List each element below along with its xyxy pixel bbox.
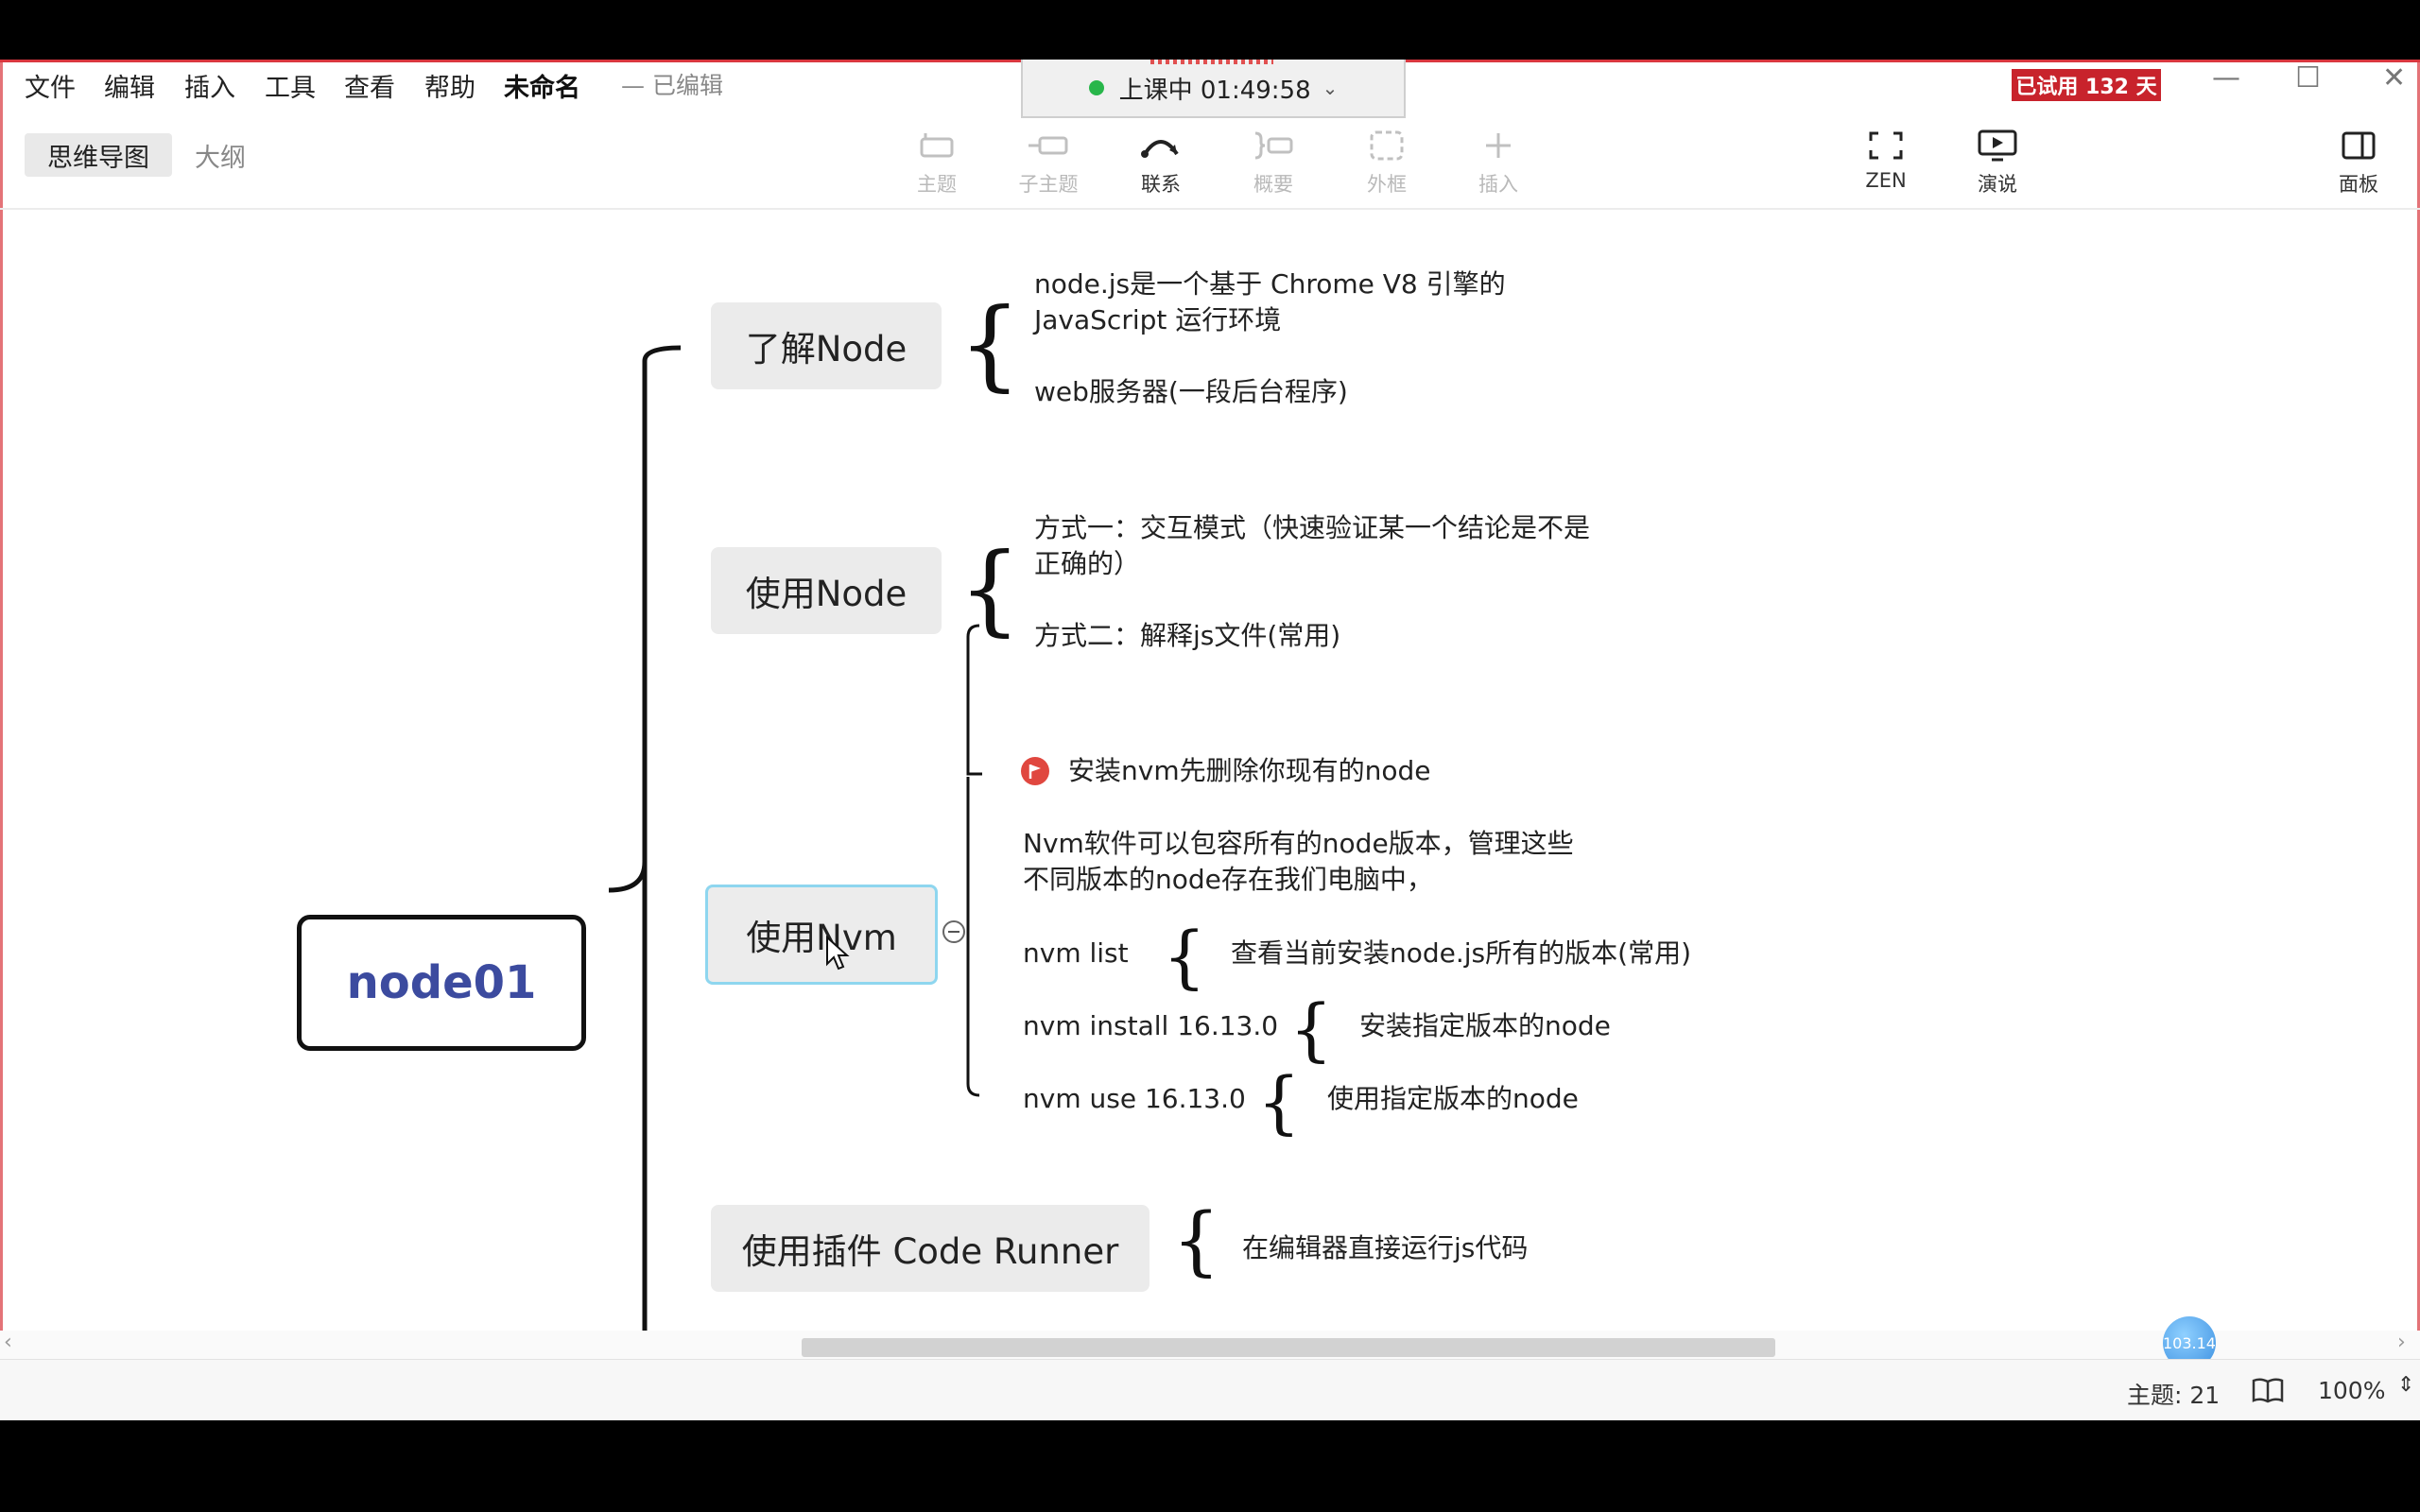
relation-button[interactable]: 联系 [1109, 126, 1213, 198]
menu-insert[interactable]: 插入 [184, 67, 235, 104]
detail-nvm-use[interactable]: 使用指定版本的node [1327, 1081, 1579, 1117]
summary-button[interactable]: 概要 [1221, 126, 1325, 198]
chevron-down-icon[interactable]: ⌄ [1322, 77, 1339, 99]
leaf-nvm-desc-2[interactable]: 不同版本的node存在我们电脑中， [1023, 862, 1433, 898]
zoom-level[interactable]: 100% [2318, 1377, 2385, 1404]
class-timer[interactable]: 上课中 01:49:58 ⌄ [1021, 60, 1406, 118]
present-label: 演说 [1978, 173, 2017, 196]
app-window: 文件 编辑 插入 工具 查看 帮助 未命名 — 已编辑 已试用 132 天 — … [0, 60, 2420, 1420]
menu-view[interactable]: 查看 [344, 67, 395, 104]
detail-nvm-install[interactable]: 安装指定版本的node [1359, 1008, 1611, 1044]
zen-button[interactable]: ZEN [1834, 126, 1938, 192]
trial-badge[interactable]: 已试用 132 天 [2012, 69, 2161, 101]
scrollbar-thumb[interactable] [802, 1338, 1775, 1357]
leaf-web-server[interactable]: web服务器(一段后台程序) [1034, 374, 1348, 410]
document-status: — 已编辑 [621, 72, 723, 99]
menu-tools[interactable]: 工具 [265, 67, 316, 104]
leaf-nvm-install[interactable]: nvm install 16.13.0 [1023, 1008, 1278, 1044]
view-tabs: 思维导图 大纲 [25, 133, 268, 177]
scroll-left-icon[interactable]: ‹ [4, 1331, 12, 1354]
menu-file[interactable]: 文件 [25, 67, 76, 104]
insert-label: 插入 [1478, 173, 1518, 196]
topic-button[interactable]: 主题 [885, 126, 989, 198]
minimize-icon[interactable]: — [2212, 61, 2240, 94]
topic-use-nvm[interactable]: 使用Nvm [705, 885, 938, 985]
tab-outline[interactable]: 大纲 [172, 133, 268, 177]
root-topic[interactable]: node01 [297, 915, 586, 1051]
relation-label: 联系 [1141, 173, 1181, 196]
summary-brace: { [1289, 989, 1333, 1069]
leaf-code-runner[interactable]: 在编辑器直接运行js代码 [1242, 1230, 1528, 1266]
summary-brace: { [1172, 1196, 1220, 1284]
status-bar: 主题: 21 100% ⇕ [0, 1359, 2420, 1420]
topic-count: 主题: 21 [2127, 1382, 2221, 1409]
close-icon[interactable]: ✕ [2382, 61, 2406, 94]
present-button[interactable]: 演说 [1945, 126, 2049, 198]
zoom-stepper-icon[interactable]: ⇕ [2397, 1373, 2414, 1397]
leaf-install-nvm[interactable]: 安装nvm先删除你现有的node [1068, 753, 1430, 789]
zen-label: ZEN [1865, 169, 1907, 192]
fullscreen-icon [1834, 126, 1938, 165]
leaf-nvm-use[interactable]: nvm use 16.13.0 [1023, 1081, 1246, 1117]
topic-icon [885, 126, 989, 165]
panel-label: 面板 [2339, 173, 2378, 196]
horizontal-scrollbar[interactable]: ‹ › [0, 1331, 2420, 1359]
leaf-mode-interactive-2[interactable]: 正确的） [1034, 546, 1140, 582]
summary-brace: { [959, 531, 1022, 646]
leaf-nvm-desc-1[interactable]: Nvm软件可以包容所有的node版本，管理这些 [1023, 826, 1574, 862]
leaf-mode-file[interactable]: 方式二：解释js文件(常用) [1034, 618, 1340, 654]
live-status-dot [1088, 80, 1104, 95]
boundary-label: 外框 [1367, 173, 1407, 196]
present-icon [1945, 126, 2049, 165]
boundary-icon [1335, 126, 1439, 165]
scroll-right-icon[interactable]: › [2397, 1331, 2406, 1354]
subtopic-icon [996, 126, 1100, 165]
topic-use-node[interactable]: 使用Node [711, 547, 942, 634]
flag-icon [1021, 757, 1049, 785]
topic-label: 主题 [917, 173, 957, 196]
plus-icon [1446, 126, 1550, 165]
leaf-node-desc-1[interactable]: node.js是一个基于 Chrome V8 引擎的 [1034, 266, 1506, 302]
summary-brace: { [1257, 1062, 1301, 1142]
collapse-toggle[interactable] [942, 920, 965, 943]
document-title: 未命名 [504, 74, 580, 103]
maximize-icon[interactable]: ☐ [2295, 61, 2321, 94]
summary-label: 概要 [1253, 173, 1293, 196]
tab-mindmap[interactable]: 思维导图 [25, 133, 172, 177]
panel-icon [2307, 126, 2411, 165]
detail-nvm-list[interactable]: 查看当前安装node.js所有的版本(常用) [1231, 936, 1691, 971]
boundary-button[interactable]: 外框 [1335, 126, 1439, 198]
insert-button[interactable]: 插入 [1446, 126, 1550, 198]
summary-brace: { [1163, 917, 1206, 996]
topic-learn-node[interactable]: 了解Node [711, 302, 942, 389]
menu-help[interactable]: 帮助 [424, 67, 475, 104]
topic-code-runner[interactable]: 使用插件 Code Runner [711, 1205, 1150, 1292]
timer-drag-handle[interactable] [1150, 60, 1273, 64]
relation-icon [1109, 126, 1213, 165]
subtopic-label: 子主题 [1018, 173, 1079, 196]
timer-label: 上课中 01:49:58 [1118, 76, 1311, 105]
mindmap-canvas[interactable]: node01 了解Node { node.js是一个基于 Chrome V8 引… [0, 210, 2420, 1396]
menu-edit[interactable]: 编辑 [104, 67, 155, 104]
panel-button[interactable]: 面板 [2307, 126, 2411, 198]
leaf-nvm-list[interactable]: nvm list [1023, 936, 1129, 971]
book-icon[interactable] [2252, 1377, 2284, 1407]
mouse-cursor [826, 936, 850, 971]
summary-brace: { [959, 286, 1022, 402]
leaf-mode-interactive-1[interactable]: 方式一：交互模式（快速验证某一个结论是不是 [1034, 510, 1590, 546]
leaf-node-desc-2[interactable]: JavaScript 运行环境 [1034, 302, 1281, 338]
summary-icon [1221, 126, 1325, 165]
subtopic-button[interactable]: 子主题 [996, 126, 1100, 198]
minus-icon [948, 931, 959, 933]
